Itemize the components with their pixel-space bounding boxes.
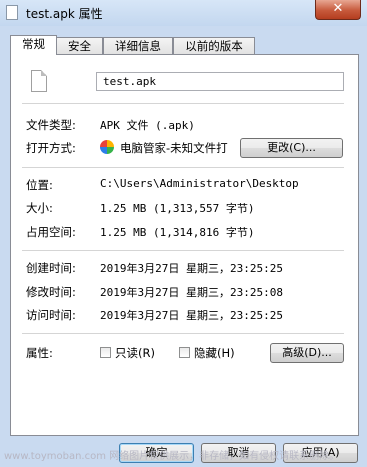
open-with-label: 打开方式: (26, 141, 76, 155)
file-type-value: APK 文件 (.apk) (100, 119, 195, 132)
disk-size-label: 占用空间: (26, 225, 76, 239)
modified-label: 修改时间: (26, 285, 76, 299)
hidden-checkbox[interactable] (179, 347, 190, 358)
size-label: 大小: (26, 201, 53, 215)
accessed-value: 2019年3月27日 星期三，23:25:25 (100, 309, 283, 322)
location-value: C:\Users\Administrator\Desktop (100, 177, 299, 190)
readonly-checkbox[interactable] (100, 347, 111, 358)
created-label: 创建时间: (26, 261, 76, 275)
close-button[interactable]: ✕ (315, 0, 361, 20)
tab-security[interactable]: 安全 (56, 37, 103, 54)
created-value: 2019年3月27日 星期三，23:25:25 (100, 262, 283, 275)
file-type-icon (31, 70, 47, 92)
window-title: test.apk 属性 (26, 7, 103, 21)
general-panel (10, 54, 359, 436)
open-with-value: 电脑管家-未知文件打 (120, 141, 228, 155)
advanced-button[interactable]: 高级(D)... (270, 343, 344, 363)
tab-general[interactable]: 常规 (10, 35, 57, 55)
modified-value: 2019年3月27日 星期三，23:25:08 (100, 286, 283, 299)
separator (22, 333, 344, 334)
attributes-label: 属性: (26, 346, 53, 360)
tab-details[interactable]: 详细信息 (103, 37, 173, 54)
watermark: www.toymoban.com 网络图片仅供展示，非存储，如有侵权请联系删除。 (4, 451, 340, 462)
separator (22, 103, 344, 104)
pc-manager-icon (100, 140, 114, 154)
location-label: 位置: (26, 178, 53, 192)
accessed-label: 访问时间: (26, 308, 76, 322)
file-name-input[interactable]: test.apk (96, 72, 344, 91)
change-button[interactable]: 更改(C)... (240, 138, 343, 158)
readonly-label[interactable]: 只读(R) (115, 345, 155, 361)
hidden-label[interactable]: 隐藏(H) (194, 345, 235, 361)
title-bar: test.apk 属性 ✕ (0, 0, 367, 26)
file-icon (6, 5, 18, 20)
separator (22, 250, 344, 251)
size-value: 1.25 MB (1,313,557 字节) (100, 202, 255, 215)
file-type-label: 文件类型: (26, 118, 76, 132)
tab-previous-versions[interactable]: 以前的版本 (173, 37, 255, 54)
separator (22, 167, 344, 168)
disk-size-value: 1.25 MB (1,314,816 字节) (100, 226, 255, 239)
